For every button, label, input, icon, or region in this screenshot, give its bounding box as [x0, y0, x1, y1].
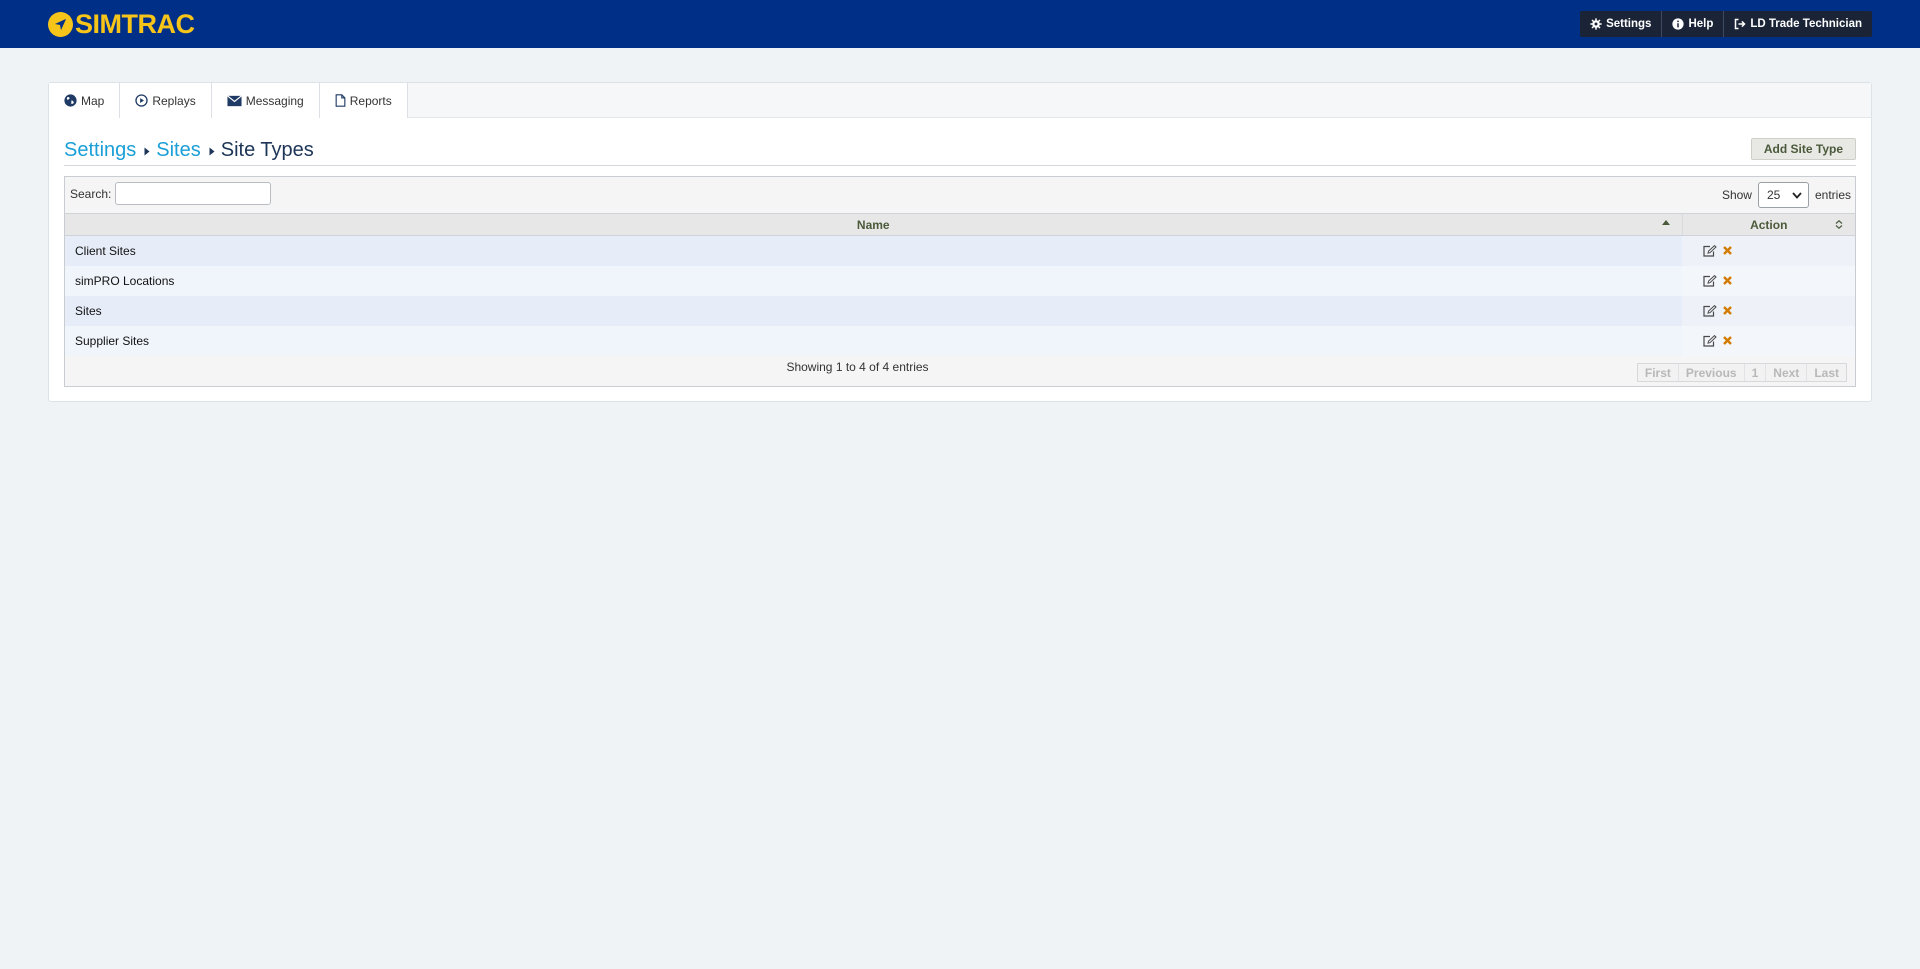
title-divider	[64, 165, 1856, 166]
breadcrumb-sites-link[interactable]: Sites	[156, 139, 200, 162]
settings-button[interactable]: Settings	[1580, 11, 1661, 37]
table-header-row: Name Action	[65, 213, 1855, 236]
site-type-name: Sites	[65, 295, 1682, 326]
column-header-action-label: Action	[1750, 217, 1788, 232]
pagination: First Previous 1 Next Last	[1636, 363, 1847, 382]
tab-messaging-label: Messaging	[245, 93, 304, 108]
breadcrumb-settings-link[interactable]: Settings	[64, 139, 136, 162]
caret-right-icon	[209, 139, 215, 162]
table-row: simPRO Locations	[65, 265, 1855, 296]
pager-next-button[interactable]: Next	[1765, 364, 1806, 381]
delete-icon[interactable]	[1723, 246, 1732, 256]
delete-icon[interactable]	[1723, 306, 1732, 315]
sort-both-icon	[1835, 220, 1843, 229]
column-header-name-label: Name	[856, 217, 890, 232]
delete-icon[interactable]	[1723, 276, 1732, 285]
site-type-name: Supplier Sites	[65, 325, 1682, 356]
tab-messaging[interactable]: Messaging	[211, 83, 320, 118]
show-label: Show	[1721, 188, 1752, 202]
search-label: Search:	[70, 186, 112, 201]
column-header-action[interactable]: Action	[1682, 213, 1855, 236]
breadcrumb: Settings Sites Site Types	[64, 139, 314, 162]
pager-first-button[interactable]: First	[1638, 364, 1678, 381]
location-arrow-icon	[48, 11, 73, 37]
delete-icon[interactable]	[1723, 336, 1732, 345]
pager-last-button[interactable]: Last	[1806, 364, 1846, 381]
search-input[interactable]	[115, 182, 272, 205]
user-logout-button[interactable]: LD Trade Technician	[1723, 11, 1872, 37]
info-circle-icon	[1672, 18, 1685, 30]
sort-asc-icon	[1661, 220, 1670, 225]
edit-icon[interactable]	[1703, 274, 1717, 287]
logo-text: SIMTRAC	[75, 9, 195, 39]
help-button[interactable]: Help	[1661, 11, 1723, 37]
caret-right-icon	[144, 139, 150, 162]
tab-map-label: Map	[81, 93, 105, 108]
play-circle-icon	[135, 94, 149, 107]
tab-reports[interactable]: Reports	[319, 83, 408, 118]
row-actions	[1682, 235, 1855, 266]
envelope-icon	[226, 94, 242, 106]
tab-reports-label: Reports	[349, 93, 392, 108]
main-tabs: Map Replays Messaging Reports	[49, 83, 1871, 118]
table-row: Client Sites	[65, 235, 1855, 266]
site-types-table: Name Action Client Sites simPRO Location…	[65, 213, 1855, 356]
row-actions	[1682, 295, 1855, 326]
pager-previous-button[interactable]: Previous	[1677, 364, 1744, 381]
page-title: Site Types	[220, 139, 314, 161]
file-icon	[335, 94, 346, 107]
table-search: Search:	[70, 182, 272, 205]
page-length-control: Show 25 entries	[1722, 182, 1851, 208]
simtrac-logo[interactable]: SIMTRAC	[48, 9, 195, 39]
column-header-name[interactable]: Name	[65, 213, 1683, 236]
site-type-name: Client Sites	[65, 235, 1682, 266]
pager-page-1-button[interactable]: 1	[1743, 364, 1766, 381]
page-size-select[interactable]: 25	[1757, 182, 1809, 208]
row-actions	[1682, 325, 1855, 356]
help-label: Help	[1688, 18, 1714, 30]
table-row: Supplier Sites	[65, 325, 1855, 356]
table-row: Sites	[65, 295, 1855, 326]
table-info: Showing 1 to 4 of 4 entries	[786, 360, 929, 374]
top-menu: Settings Help LD Trade Technician	[1580, 11, 1872, 37]
site-type-name: simPRO Locations	[65, 265, 1682, 296]
main-panel: Map Replays Messaging Reports Settings S…	[48, 82, 1872, 402]
gear-icon	[1590, 18, 1602, 30]
globe-icon	[64, 94, 77, 107]
sign-out-icon	[1735, 18, 1746, 30]
edit-icon[interactable]	[1703, 244, 1717, 257]
edit-icon[interactable]	[1703, 334, 1717, 347]
chevron-down-icon	[1792, 191, 1802, 199]
add-site-type-button[interactable]: Add Site Type	[1750, 138, 1856, 160]
tab-replays-label: Replays	[152, 93, 196, 108]
edit-icon[interactable]	[1703, 304, 1717, 317]
settings-label: Settings	[1606, 18, 1652, 30]
site-types-table-wrapper: Search: Show 25 entries Name Action Clie…	[64, 176, 1856, 387]
top-navbar: SIMTRAC Settings Help LD Trade Technicia…	[0, 0, 1920, 48]
entries-label: entries	[1814, 188, 1851, 202]
row-actions	[1682, 265, 1855, 296]
page-size-value: 25	[1766, 188, 1781, 202]
tab-replays[interactable]: Replays	[120, 83, 212, 118]
user-name-label: LD Trade Technician	[1750, 18, 1862, 30]
tab-map[interactable]: Map	[49, 83, 121, 118]
